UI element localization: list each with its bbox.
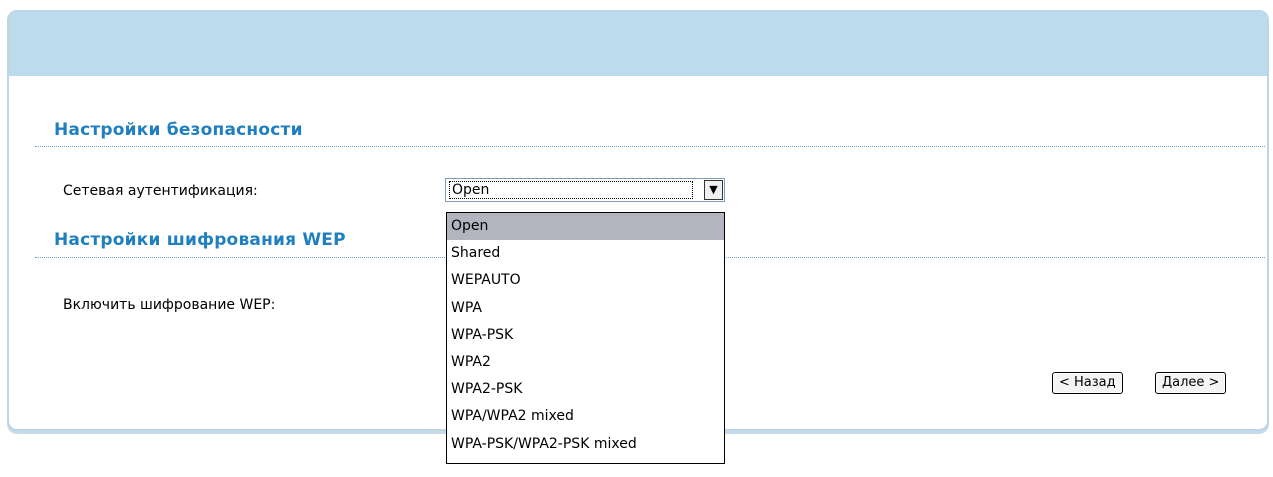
- auth-option-shared[interactable]: Shared: [447, 240, 724, 267]
- auth-option-wpa-psk-wpa2-psk-mixed[interactable]: WPA-PSK/WPA2-PSK mixed: [447, 431, 724, 458]
- security-section-divider: [35, 146, 1265, 147]
- auth-option-wpa-psk[interactable]: WPA-PSK: [447, 322, 724, 349]
- auth-select-value: Open: [449, 181, 693, 199]
- security-section-title: Настройки безопасности: [54, 120, 303, 140]
- back-button[interactable]: < Назад: [1052, 372, 1123, 394]
- panel-header: [9, 12, 1267, 76]
- auth-label: Сетевая аутентификация:: [63, 183, 258, 199]
- auth-option-wpa2[interactable]: WPA2: [447, 349, 724, 376]
- auth-dropdown-list: Open Shared WEPAUTO WPA WPA-PSK WPA2 WPA…: [446, 212, 725, 464]
- auth-option-open[interactable]: Open: [447, 213, 724, 241]
- auth-select[interactable]: Open ▼: [445, 178, 725, 202]
- wep-section-title: Настройки шифрования WEP: [54, 230, 346, 250]
- chevron-down-icon[interactable]: ▼: [704, 180, 723, 200]
- next-button[interactable]: Далее >: [1155, 372, 1227, 394]
- auth-option-wpa2-psk[interactable]: WPA2-PSK: [447, 376, 724, 403]
- auth-option-wpa-wpa2-mixed[interactable]: WPA/WPA2 mixed: [447, 403, 724, 430]
- auth-option-wepauto[interactable]: WEPAUTO: [447, 267, 724, 294]
- auth-option-wpa[interactable]: WPA: [447, 295, 724, 322]
- wep-enable-label: Включить шифрование WEP:: [63, 297, 276, 313]
